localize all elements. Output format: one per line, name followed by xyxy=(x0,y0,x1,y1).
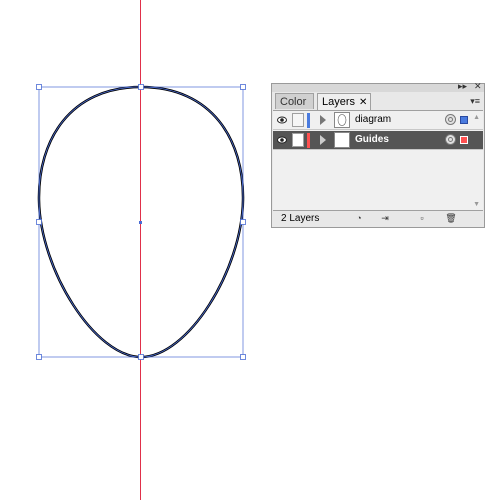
tab-color-label: Color xyxy=(280,96,307,108)
tab-layers-label: Layers xyxy=(322,96,356,108)
handle-top-center[interactable] xyxy=(138,84,144,90)
new-sublayer-icon[interactable]: ⇥ xyxy=(379,213,391,224)
handle-bottom-center[interactable] xyxy=(138,354,144,360)
tab-layers[interactable]: Layers ✕ xyxy=(317,93,371,110)
layer-row-diagram[interactable]: diagram xyxy=(273,111,483,130)
lock-toggle[interactable] xyxy=(292,113,304,127)
layers-panel: ▸▸ ✕ Color Layers ✕ ▾≡ diagram Guides ▲ … xyxy=(271,81,485,228)
layer-thumbnail xyxy=(334,132,350,148)
layer-name[interactable]: Guides xyxy=(355,134,389,145)
panel-menu-icon[interactable]: ▾≡ xyxy=(470,96,480,107)
expand-triangle-icon[interactable] xyxy=(320,135,326,145)
handle-top-right[interactable] xyxy=(240,84,246,90)
handle-bottom-left[interactable] xyxy=(36,354,42,360)
collapse-panel-icon[interactable]: ▸▸ xyxy=(458,81,467,91)
delete-icon[interactable]: 🗑 xyxy=(445,213,457,224)
tab-color[interactable]: Color xyxy=(275,93,314,109)
visibility-eye-icon[interactable] xyxy=(277,115,287,125)
selection-indicator[interactable] xyxy=(460,116,468,124)
center-point xyxy=(139,221,142,224)
handle-middle-left[interactable] xyxy=(36,219,42,225)
layer-name[interactable]: diagram xyxy=(355,114,391,125)
target-circle-icon[interactable] xyxy=(445,134,456,145)
layer-count-label: 2 Layers xyxy=(281,213,320,224)
lock-toggle[interactable] xyxy=(292,133,304,147)
scroll-up-icon[interactable]: ▲ xyxy=(473,114,480,121)
artboard[interactable] xyxy=(0,0,500,500)
layer-color-indicator xyxy=(307,133,310,148)
handle-top-left[interactable] xyxy=(36,84,42,90)
layers-list: diagram Guides ▲ ▼ xyxy=(273,110,483,211)
handle-middle-right[interactable] xyxy=(240,219,246,225)
artwork-layer xyxy=(36,0,246,500)
expand-triangle-icon[interactable] xyxy=(320,115,326,125)
layer-row-guides[interactable]: Guides xyxy=(273,131,483,150)
close-panel-icon[interactable]: ✕ xyxy=(474,81,482,91)
tab-close-icon[interactable]: ✕ xyxy=(359,97,367,108)
handle-bottom-right[interactable] xyxy=(240,354,246,360)
selection-indicator[interactable] xyxy=(460,136,468,144)
panel-titlebar[interactable]: ▸▸ ✕ xyxy=(272,81,484,92)
make-clipping-mask-icon[interactable]: ◔ xyxy=(353,213,365,224)
layer-color-indicator xyxy=(307,113,310,128)
new-layer-icon[interactable]: ▫ xyxy=(416,213,428,224)
panel-footer: 2 Layers ◔ ⇥ ▫ 🗑 xyxy=(273,210,483,227)
scroll-down-icon[interactable]: ▼ xyxy=(473,201,480,208)
layer-thumbnail xyxy=(334,112,350,128)
target-circle-icon[interactable] xyxy=(445,114,456,125)
visibility-eye-icon[interactable] xyxy=(277,135,287,145)
